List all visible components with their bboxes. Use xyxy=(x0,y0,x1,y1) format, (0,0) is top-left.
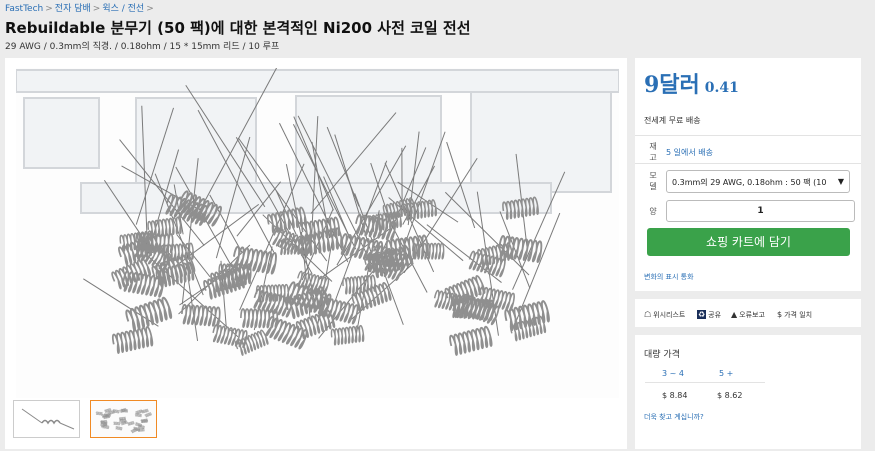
chevron-down-icon: ▼ xyxy=(837,177,844,186)
model-label: 모델 xyxy=(649,171,657,191)
report-error-action[interactable]: ▲ 오류보고 xyxy=(731,310,765,320)
price-match-label: 가격 일치 xyxy=(784,311,813,319)
looking-for-more-link[interactable]: 더욱 찾고 계십니까? xyxy=(644,412,704,422)
breadcrumb-home-link[interactable]: FastTech xyxy=(5,4,43,14)
single-coil-thumbnail xyxy=(21,408,75,430)
price-cents: 0.41 xyxy=(704,80,739,96)
bulk-tier-price: $ 8.62 xyxy=(717,391,743,400)
quantity-label: 양 xyxy=(649,207,657,216)
thumbnail-coil-pile[interactable] xyxy=(90,400,157,438)
divider xyxy=(635,163,861,164)
product-gallery xyxy=(5,58,627,449)
divider xyxy=(645,382,765,383)
price-match-action[interactable]: $ 가격 일치 xyxy=(777,310,812,320)
shipping-info: 전세계 무료 배송 xyxy=(644,116,701,125)
thumbnail-single-coil[interactable] xyxy=(13,400,80,438)
stock-status: 5 일에서 배송 xyxy=(666,148,713,157)
breadcrumb-separator: > xyxy=(45,4,53,14)
change-currency-link[interactable]: 변화의 표시 통화 xyxy=(644,272,694,282)
bulk-tier-price: $ 8.84 xyxy=(662,391,688,400)
model-selected-value: 0.3mm의 29 AWG, 0.18ohm : 50 팩 (10 xyxy=(672,178,827,187)
price: 9달러 0.41 xyxy=(644,67,739,99)
breadcrumb: FastTech > 전자 담배 > 윅스 / 전선 > xyxy=(5,1,156,14)
product-subtitle: 29 AWG / 0.3mm의 직경. / 0.18ohm / 15 * 15m… xyxy=(5,42,280,52)
bulk-tier-header: 3 ~ 4 xyxy=(662,369,684,378)
share-label: 공유 xyxy=(708,311,722,319)
report-error-label: 오류보고 xyxy=(739,311,765,319)
model-select[interactable]: 0.3mm의 29 AWG, 0.18ohm : 50 팩 (10 ▼ xyxy=(666,170,850,193)
breadcrumb-separator: > xyxy=(92,4,101,14)
warning-icon: ▲ xyxy=(731,310,738,319)
breadcrumb-wicks-link[interactable]: 윅스 / 전선 xyxy=(102,4,144,14)
price-main: 9달러 xyxy=(644,72,700,98)
share-action[interactable]: ♻ 공유 xyxy=(697,310,721,320)
breadcrumb-separator: > xyxy=(146,4,154,14)
breadcrumb-ecig-link[interactable]: 전자 담배 xyxy=(55,4,91,14)
main-product-image[interactable] xyxy=(16,68,619,398)
product-title: Rebuildable 분무기 (50 팩)에 대한 본격적인 Ni200 사전… xyxy=(5,19,471,37)
wishlist-action[interactable]: ☖ 위시리스트 xyxy=(644,310,685,320)
bulk-pricing: 대량 가격 3 ~ 4 5 + $ 8.84 $ 8.62 더욱 찾고 계십니까… xyxy=(635,335,861,449)
divider xyxy=(635,135,861,136)
coil-pile-thumbnail xyxy=(91,401,156,437)
wishlist-label: 위시리스트 xyxy=(653,311,686,319)
wishlist-icon: ☖ xyxy=(644,310,652,319)
quantity-input[interactable]: 1 xyxy=(666,200,855,222)
dollar-icon: $ xyxy=(777,310,783,319)
product-actions: ☖ 위시리스트 ♻ 공유 ▲ 오류보고 $ 가격 일치 xyxy=(635,299,861,327)
add-to-cart-button[interactable]: 쇼핑 카트에 담기 xyxy=(647,228,850,256)
bulk-tier-header: 5 + xyxy=(719,369,734,378)
buy-box: 9달러 0.41 전세계 무료 배송 재고 5 일에서 배송 모델 0.3mm의 … xyxy=(635,58,861,291)
stock-label: 재고 xyxy=(649,142,657,162)
coil-wires-image xyxy=(16,68,619,398)
bulk-pricing-title: 대량 가격 xyxy=(644,350,680,360)
share-icon: ♻ xyxy=(697,310,707,319)
